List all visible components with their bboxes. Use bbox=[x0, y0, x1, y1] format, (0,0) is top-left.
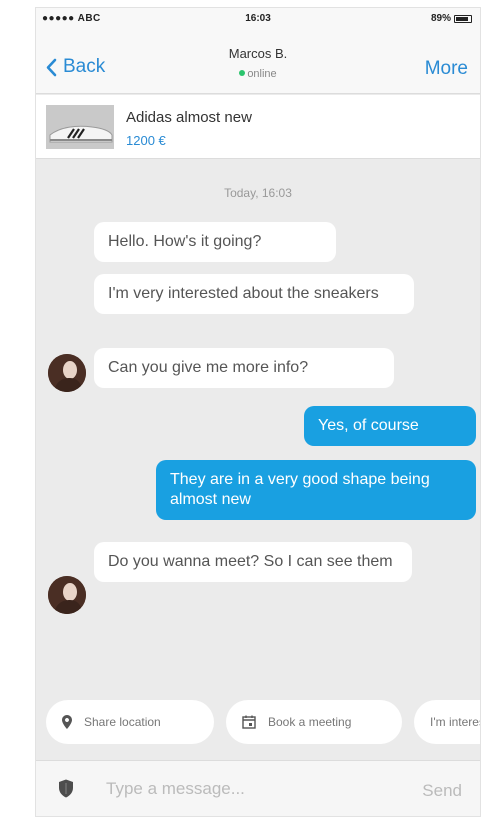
clock: 16:03 bbox=[245, 13, 271, 24]
battery-indicator: 89% bbox=[431, 13, 472, 24]
presence-label: online bbox=[247, 68, 277, 80]
date-separator: Today, 16:03 bbox=[224, 186, 292, 200]
avatar bbox=[48, 576, 86, 614]
chat-screen: ●●●●● ABC 16:03 89% Back Marcos B. onlin… bbox=[36, 8, 480, 816]
avatar bbox=[48, 354, 86, 392]
quick-reply-label: Book a meeting bbox=[268, 715, 352, 729]
message-bubble-incoming: Do you wanna meet? So I can see them bbox=[94, 542, 412, 582]
quick-reply-share-location[interactable]: Share location bbox=[46, 700, 214, 744]
send-button[interactable]: Send bbox=[422, 781, 462, 801]
product-title: Adidas almost new bbox=[126, 109, 252, 126]
sneaker-icon bbox=[46, 105, 114, 149]
status-bar: ●●●●● ABC 16:03 89% bbox=[36, 8, 480, 30]
nav-bar: Back Marcos B. online More bbox=[36, 30, 480, 94]
shield-icon[interactable] bbox=[58, 779, 74, 798]
avatar-portrait-icon bbox=[48, 354, 86, 392]
product-thumbnail bbox=[46, 105, 114, 149]
quick-reply-interested[interactable]: I'm interested bbox=[414, 700, 480, 744]
quick-reply-label: Share location bbox=[84, 715, 161, 729]
contact-name: Marcos B. bbox=[228, 46, 288, 61]
message-input[interactable] bbox=[106, 773, 396, 805]
product-price: 1200 € bbox=[126, 133, 166, 148]
avatar-portrait-icon bbox=[48, 576, 86, 614]
presence-status: online bbox=[36, 68, 480, 80]
calendar-icon bbox=[242, 715, 256, 729]
message-bubble-outgoing: They are in a very good shape being almo… bbox=[156, 460, 476, 520]
message-composer: Send bbox=[36, 760, 480, 816]
message-bubble-outgoing: Yes, of course bbox=[304, 406, 476, 446]
online-dot-icon bbox=[239, 70, 246, 76]
location-pin-icon bbox=[62, 715, 72, 729]
message-bubble-incoming: Can you give me more info? bbox=[94, 348, 394, 388]
quick-reply-label: I'm interested bbox=[430, 715, 480, 729]
message-bubble-incoming: I'm very interested about the sneakers bbox=[94, 274, 414, 314]
battery-percent: 89% bbox=[430, 13, 451, 24]
more-button[interactable]: More bbox=[425, 58, 468, 80]
battery-fill bbox=[456, 16, 469, 21]
message-bubble-incoming: Hello. How's it going? bbox=[94, 222, 336, 262]
quick-reply-book-meeting[interactable]: Book a meeting bbox=[226, 700, 402, 744]
battery-icon bbox=[454, 14, 472, 23]
product-banner[interactable]: Adidas almost new 1200 € bbox=[36, 95, 480, 159]
